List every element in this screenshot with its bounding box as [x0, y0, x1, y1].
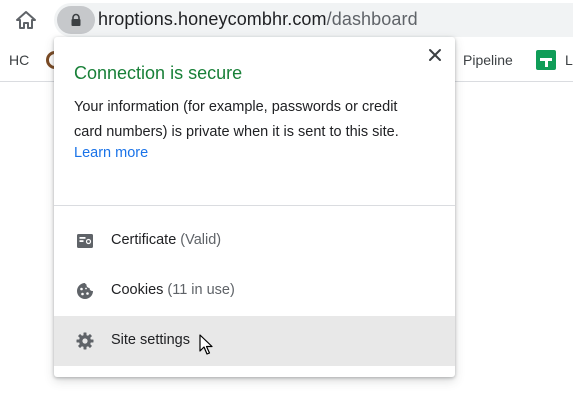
- cookies-row[interactable]: Cookies (11 in use): [54, 266, 455, 316]
- bookmark-hc[interactable]: HC: [9, 52, 29, 68]
- site-info-button[interactable]: [57, 6, 95, 34]
- cookies-label: Cookies (11 in use): [111, 282, 235, 298]
- connection-status-title: Connection is secure: [74, 63, 243, 83]
- url-text[interactable]: hroptions.honeycombhr.com/dashboard: [98, 9, 418, 30]
- certificate-label: Certificate (Valid): [111, 232, 221, 248]
- certificate-icon: [77, 234, 93, 248]
- bookmark-l[interactable]: L: [565, 52, 573, 68]
- bookmark-pipeline[interactable]: Pipeline: [463, 52, 513, 68]
- cookies-count: (11 in use): [167, 282, 235, 298]
- site-info-popup: Connection is secure Your information (f…: [54, 37, 455, 377]
- lock-icon: [71, 13, 81, 26]
- certificate-label-text: Certificate: [111, 232, 177, 248]
- url-host: hroptions.honeycombhr.com: [98, 9, 327, 29]
- cookie-icon: [77, 283, 93, 299]
- sheets-icon[interactable]: [536, 50, 556, 70]
- home-icon: [16, 11, 36, 29]
- close-button[interactable]: [427, 47, 443, 63]
- home-button[interactable]: [14, 9, 38, 31]
- site-settings-row[interactable]: Site settings: [54, 316, 455, 366]
- connection-description: Your information (for example, passwords…: [74, 99, 399, 140]
- close-icon: [429, 49, 441, 61]
- site-settings-label: Site settings: [111, 332, 190, 348]
- browser-toolbar: hroptions.honeycombhr.com/dashboard: [0, 0, 573, 40]
- url-path: /dashboard: [326, 9, 418, 29]
- certificate-row[interactable]: Certificate (Valid): [54, 216, 455, 266]
- mouse-pointer-icon: [199, 334, 213, 355]
- cookies-label-text: Cookies: [111, 282, 164, 298]
- divider: [54, 205, 455, 206]
- certificate-status: (Valid): [180, 232, 222, 248]
- learn-more-link[interactable]: Learn more: [74, 145, 148, 161]
- gear-icon: [76, 332, 94, 350]
